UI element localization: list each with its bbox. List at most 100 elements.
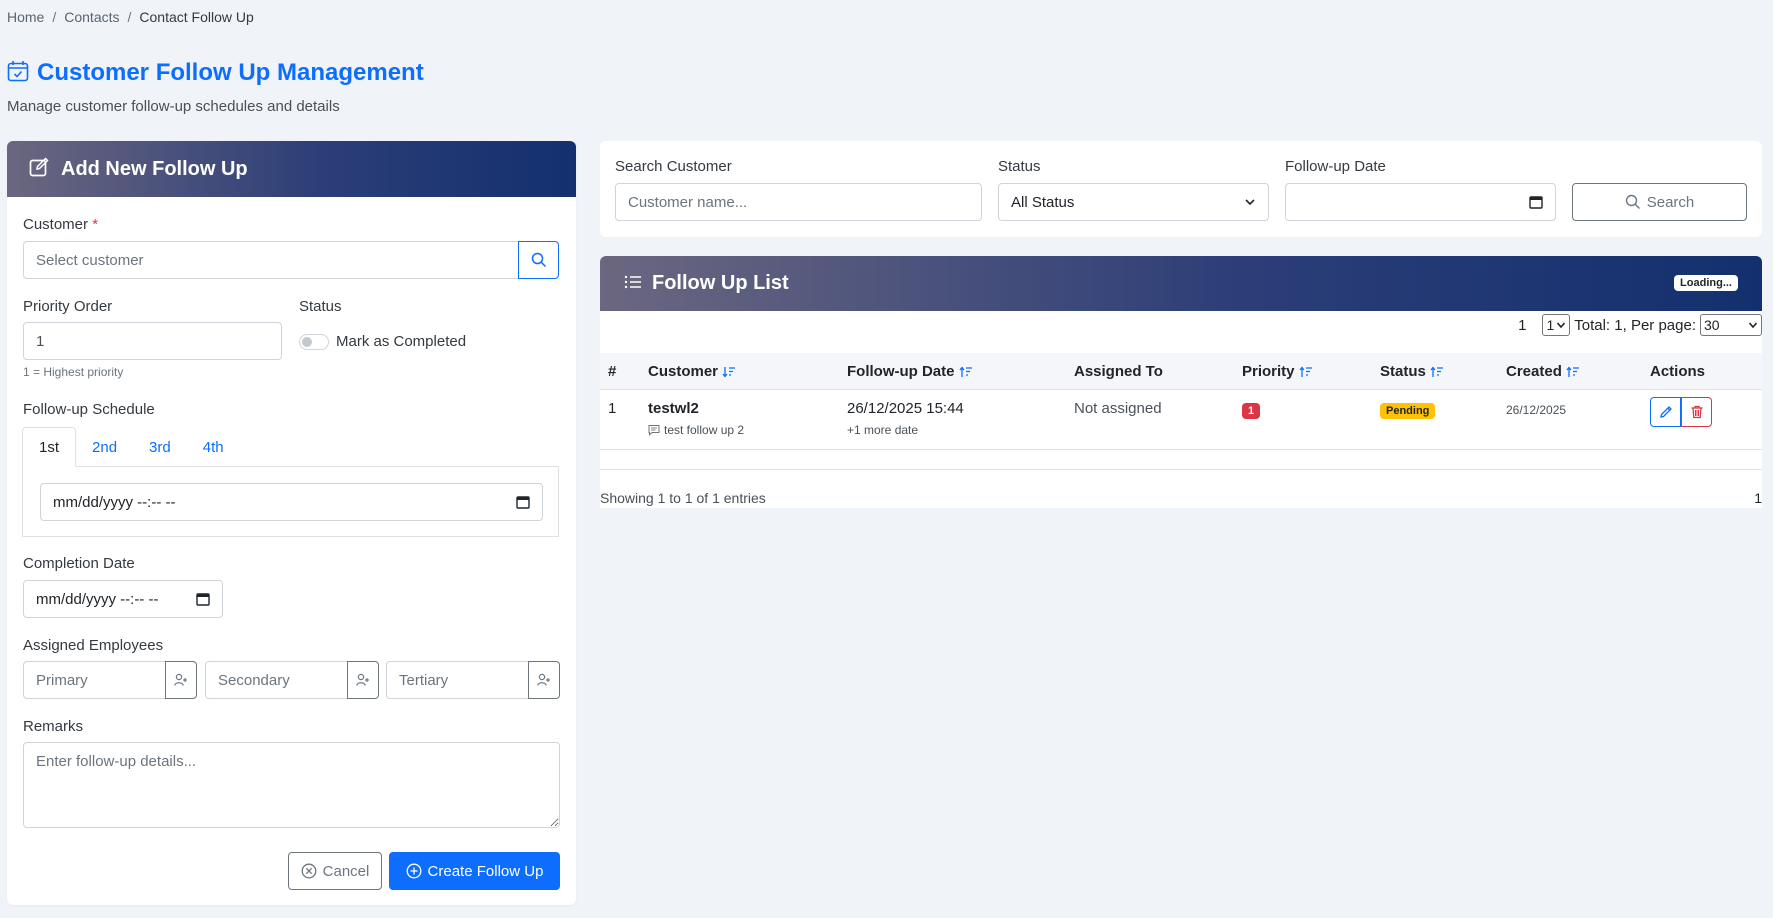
- col-created[interactable]: Created: [1506, 363, 1580, 380]
- status-label: Status: [299, 298, 342, 315]
- create-follow-up-button[interactable]: Create Follow Up: [389, 852, 560, 890]
- table-header-row: # Customer Follow-up Date Assigned To Pr…: [600, 353, 1762, 390]
- chevron-down-icon: [1748, 322, 1758, 329]
- footer-page-link[interactable]: 1: [1754, 490, 1762, 506]
- priority-badge: 1: [1242, 403, 1261, 419]
- breadcrumb-separator: /: [52, 9, 57, 25]
- create-label: Create Follow Up: [427, 862, 544, 880]
- search-customer-label: Search Customer: [615, 158, 732, 175]
- row-created: 26/12/2025: [1506, 403, 1567, 417]
- completion-datetime-input[interactable]: mm/dd/yyyy --:-- --: [23, 580, 223, 618]
- chevron-down-icon: [1245, 199, 1255, 206]
- tab-3rd[interactable]: 3rd: [133, 427, 187, 467]
- edit-square-icon: [29, 157, 49, 181]
- assigned-label: Assigned Employees: [23, 637, 164, 654]
- breadcrumb-contacts[interactable]: Contacts: [64, 9, 119, 25]
- chevron-down-icon: [1557, 322, 1566, 329]
- followup-date-input[interactable]: [1285, 183, 1556, 221]
- row-followup-date: 26/12/2025 15:44: [847, 400, 964, 417]
- col-customer[interactable]: Customer: [648, 363, 736, 380]
- customer-label: Customer *: [23, 216, 99, 233]
- col-assigned-to: Assigned To: [1074, 363, 1163, 380]
- primary-employee-input[interactable]: Primary: [23, 661, 167, 699]
- page-subtitle: Manage customer follow-up schedules and …: [7, 98, 340, 115]
- tab-2nd[interactable]: 2nd: [76, 427, 133, 467]
- sort-up-icon: [1430, 365, 1443, 377]
- trash-icon: [1691, 405, 1702, 419]
- person-plus-icon: [174, 673, 187, 686]
- delete-button[interactable]: [1681, 397, 1712, 427]
- cancel-button[interactable]: Cancel: [288, 852, 382, 890]
- customer-select-input[interactable]: Select customer: [23, 241, 520, 279]
- row-assigned: Not assigned: [1074, 400, 1162, 417]
- sort-up-icon: [1566, 365, 1579, 377]
- chat-icon: [648, 425, 660, 436]
- row-customer[interactable]: testwl2: [648, 400, 699, 417]
- schedule-tabs: 1st 2nd 3rd 4th: [22, 427, 559, 467]
- row-status: Pending: [1380, 401, 1436, 419]
- sort-up-icon: [1299, 365, 1312, 377]
- priority-input[interactable]: 1: [23, 322, 282, 360]
- showing-entries: Showing 1 to 1 of 1 entries: [600, 490, 766, 506]
- table-footer-divider: [600, 469, 1762, 470]
- sort-down-icon: [722, 366, 736, 378]
- remarks-textarea[interactable]: [23, 742, 560, 828]
- plus-circle-icon: [406, 863, 421, 879]
- completed-toggle[interactable]: [299, 334, 329, 350]
- page-title: Customer Follow Up Management: [37, 59, 424, 86]
- tab-4th[interactable]: 4th: [187, 427, 240, 467]
- status-filter-select[interactable]: All Status: [998, 183, 1269, 221]
- person-plus-icon: [356, 673, 369, 686]
- page-select[interactable]: 1: [1542, 314, 1571, 336]
- follow-up-list-title: Follow Up List: [652, 272, 789, 294]
- row-more-dates: +1 more date: [847, 423, 919, 437]
- col-number: #: [608, 363, 617, 380]
- breadcrumb-current: Contact Follow Up: [139, 9, 254, 25]
- col-status[interactable]: Status: [1380, 363, 1444, 380]
- page-number[interactable]: 1: [1518, 317, 1526, 334]
- calendar-icon: [516, 496, 530, 509]
- table-row: 1 testwl2 test follow up 2 26/12/2025 15…: [600, 390, 1762, 450]
- x-circle-icon: [301, 863, 317, 879]
- search-button[interactable]: Search: [1572, 183, 1747, 221]
- status-filter-label: Status: [998, 158, 1041, 175]
- col-priority[interactable]: Priority: [1242, 363, 1313, 380]
- tab-1st[interactable]: 1st: [22, 427, 77, 467]
- follow-up-list-header: Follow Up List Loading...: [600, 256, 1762, 311]
- breadcrumb-home[interactable]: Home: [7, 9, 44, 25]
- priority-help: 1 = Highest priority: [23, 365, 124, 379]
- secondary-employee-button[interactable]: [347, 661, 379, 699]
- pencil-icon: [1659, 406, 1672, 418]
- tertiary-employee-input[interactable]: Tertiary: [386, 661, 530, 699]
- row-priority: 1: [1242, 401, 1261, 419]
- priority-label: Priority Order: [23, 298, 113, 315]
- completion-label: Completion Date: [23, 555, 135, 572]
- tertiary-employee-button[interactable]: [528, 661, 560, 699]
- schedule-label: Follow-up Schedule: [23, 401, 155, 418]
- per-page-select[interactable]: 30: [1700, 314, 1762, 336]
- page-title-row: Customer Follow Up Management: [7, 59, 424, 87]
- calendar-icon: [196, 593, 210, 606]
- schedule-datetime-input[interactable]: mm/dd/yyyy --:-- --: [40, 483, 543, 521]
- primary-employee-button[interactable]: [165, 661, 197, 699]
- edit-button[interactable]: [1650, 397, 1681, 427]
- row-number: 1: [608, 400, 617, 417]
- search-icon: [531, 252, 546, 268]
- search-customer-input[interactable]: Customer name...: [615, 183, 982, 221]
- search-button-label: Search: [1646, 193, 1695, 211]
- person-plus-icon: [537, 673, 550, 686]
- col-followup-date[interactable]: Follow-up Date: [847, 363, 973, 380]
- followup-date-label: Follow-up Date: [1285, 158, 1386, 175]
- filter-card: Search Customer Customer name... Status …: [600, 141, 1762, 237]
- search-icon: [1625, 194, 1640, 209]
- pagination-controls: 1 1 Total: 1, Per page: 30: [1518, 314, 1762, 336]
- loading-badge: Loading...: [1674, 275, 1738, 291]
- total-text: Total: 1, Per page:: [1574, 316, 1696, 334]
- customer-search-button[interactable]: [518, 241, 559, 279]
- col-actions: Actions: [1650, 363, 1706, 380]
- secondary-employee-input[interactable]: Secondary: [205, 661, 349, 699]
- breadcrumb: Home / Contacts / Contact Follow Up: [7, 9, 254, 25]
- calendar-check-icon: [7, 60, 29, 86]
- breadcrumb-separator: /: [127, 9, 132, 25]
- cancel-label: Cancel: [322, 862, 370, 880]
